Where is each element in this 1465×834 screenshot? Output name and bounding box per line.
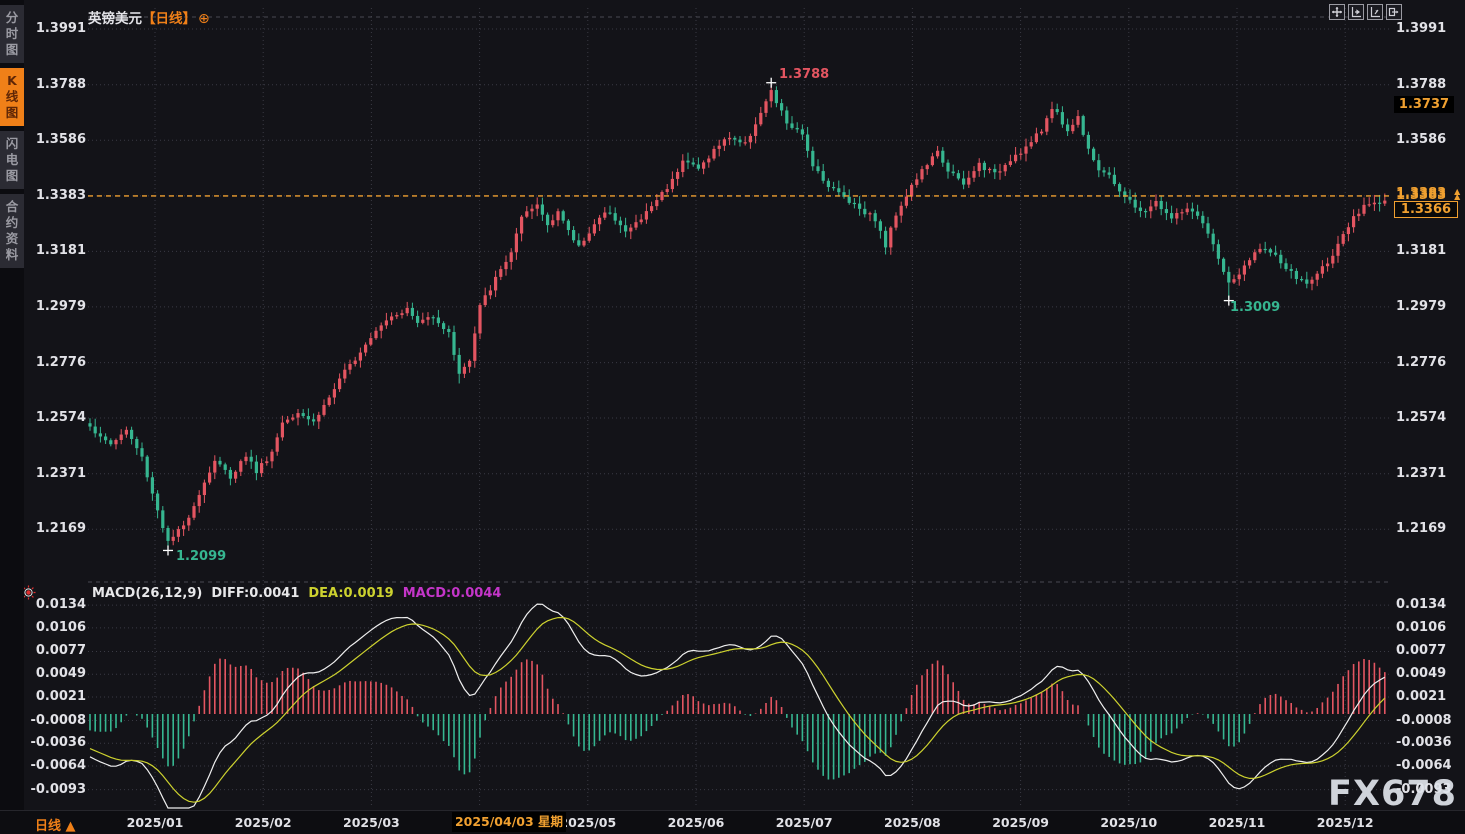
macd-readout-segment: DEA:0.0019 xyxy=(308,586,393,601)
alert-level-value: 1.3383 xyxy=(1396,186,1446,201)
circle-plus-settings-icon[interactable]: ⊕ xyxy=(198,11,210,27)
extreme-markers-layer xyxy=(163,78,1234,556)
sidebar-tab-char: 时 xyxy=(0,26,24,42)
axis-tick-label: 1.2979 xyxy=(30,299,86,314)
axis-tick-label: 1.3181 xyxy=(30,243,86,258)
macd-indicator-readout: MACD(26,12,9) DIFF:0.0041 DEA:0.0019 MACD:0… xyxy=(92,586,501,601)
axis-tick-label: -0.0036 xyxy=(30,735,86,750)
axis-tick-label: 1.2574 xyxy=(1396,410,1460,425)
sidebar-tab-char: 电 xyxy=(0,152,24,168)
axis-tick-label: 0.0106 xyxy=(1396,620,1460,635)
price-macd-chart-canvas[interactable] xyxy=(0,0,1465,834)
axis-tick-label: 0.0021 xyxy=(1396,689,1460,704)
axis-tick-label: 1.2169 xyxy=(1396,521,1460,536)
month-label: 2025/03 xyxy=(343,815,400,830)
sidebar-tab-2[interactable]: 闪电图 xyxy=(0,131,24,189)
last-price-tag: 1.3366 xyxy=(1394,201,1458,218)
axis-tick-label: 0.0077 xyxy=(30,643,86,658)
axis-tick-label: 1.3586 xyxy=(30,132,86,147)
double-up-arrow-icon: ▲▲ xyxy=(1454,189,1460,199)
macd-readout-segment: MACD(26,12,9) xyxy=(92,586,202,601)
month-label: 2025/02 xyxy=(235,815,292,830)
axis-tick-label: 1.2574 xyxy=(30,410,86,425)
axis-tick-label: -0.0064 xyxy=(1396,758,1460,773)
sidebar-tab-char: 资 xyxy=(0,231,24,247)
axis-tick-label: 1.3991 xyxy=(30,21,86,36)
sidebar-tab-char: 闪 xyxy=(0,136,24,152)
annotation-period-high: 1.3788 xyxy=(779,67,829,82)
axis-tick-label: 1.3586 xyxy=(1396,132,1460,147)
grid-layer xyxy=(88,8,1392,808)
x-axis-scale-icon[interactable] xyxy=(1348,4,1364,20)
sidebar-tab-3[interactable]: 合约资料 xyxy=(0,194,24,268)
timeframe-selector[interactable]: 日线 ▲ xyxy=(35,815,76,834)
sidebar-tab-0[interactable]: 分时图 xyxy=(0,5,24,63)
month-label: 2025/06 xyxy=(668,815,725,830)
shift-right-icon[interactable] xyxy=(1386,4,1402,20)
sidebar-tab-char: 图 xyxy=(0,42,24,58)
month-label: 2025/08 xyxy=(884,815,941,830)
sidebar-tab-char: 线 xyxy=(0,89,24,105)
axis-tick-label: -0.0093 xyxy=(1396,782,1460,797)
sidebar-tab-char: 合 xyxy=(0,199,24,215)
axis-tick-label: -0.0064 xyxy=(30,758,86,773)
axis-tick-label: -0.0093 xyxy=(30,782,86,797)
axis-tick-label: 1.3383 xyxy=(30,188,86,203)
sidebar-tab-char: 图 xyxy=(0,105,24,121)
axis-tick-label: 0.0021 xyxy=(30,689,86,704)
month-label: 2025/07 xyxy=(776,815,833,830)
axis-tick-label: 1.2169 xyxy=(30,521,86,536)
sidebar-tab-char: 图 xyxy=(0,168,24,184)
month-label: 2025/12 xyxy=(1317,815,1374,830)
axis-tick-label: -0.0008 xyxy=(1396,713,1460,728)
axis-tick-label: 1.3788 xyxy=(1396,77,1460,92)
timeframe-arrow-icon: ▲ xyxy=(66,819,76,834)
axis-tick-label: 1.2371 xyxy=(1396,466,1460,481)
axis-tick-label: 1.2371 xyxy=(30,466,86,481)
alert-level-price-tag: 1.3383 ▲▲ xyxy=(1396,186,1460,201)
time-axis-bar: 日线 ▲ 2025/012025/022025/032025/042025/05… xyxy=(0,810,1465,834)
annotation-november-low: 1.3009 xyxy=(1230,300,1280,315)
axis-tick-label: 0.0077 xyxy=(1396,643,1460,658)
sidebar-tab-char: K xyxy=(0,73,24,89)
macd-readout-segment: DIFF:0.0041 xyxy=(211,586,299,601)
axis-tick-label: 1.3788 xyxy=(30,77,86,92)
axis-tick-label: 0.0134 xyxy=(30,597,86,612)
axis-tick-label: 1.2776 xyxy=(30,355,86,370)
axis-tick-label: 0.0049 xyxy=(1396,666,1460,681)
chart-toolbar xyxy=(1329,4,1402,20)
macd-readout-segment: MACD:0.0044 xyxy=(403,586,502,601)
annotation-january-low: 1.2099 xyxy=(176,549,226,564)
month-label: 2025/01 xyxy=(127,815,184,830)
session-high-price-tag: 1.3737 xyxy=(1394,96,1454,113)
axis-tick-label: 1.3991 xyxy=(1396,21,1460,36)
macd-layer[interactable] xyxy=(90,604,1385,808)
month-label: 2025/10 xyxy=(1100,815,1157,830)
y-axis-scale-icon[interactable] xyxy=(1367,4,1383,20)
axis-tick-label: 0.0106 xyxy=(30,620,86,635)
sidebar-chart-type-tabs: 分时图K线图闪电图合约资料 xyxy=(0,0,24,834)
axis-tick-label: -0.0036 xyxy=(1396,735,1460,750)
sidebar-tab-char: 料 xyxy=(0,247,24,263)
timeframe-label: 日线 xyxy=(35,819,61,834)
axis-tick-label: 0.0134 xyxy=(1396,597,1460,612)
sidebar-tab-char: 分 xyxy=(0,10,24,26)
axis-tick-label: 1.2776 xyxy=(1396,355,1460,370)
axis-tick-label: 1.3181 xyxy=(1396,243,1460,258)
axis-tick-label: 1.2979 xyxy=(1396,299,1460,314)
sidebar-tab-char: 约 xyxy=(0,215,24,231)
chart-application: 分时图K线图闪电图合约资料 英镑美元【日线】⊕ 1.39911.37881. xyxy=(0,0,1465,834)
chart-title: 英镑美元【日线】⊕ xyxy=(88,7,210,27)
candlestick-layer[interactable] xyxy=(88,85,1386,549)
timeframe-bracket: 【日线】 xyxy=(142,11,196,27)
month-label: 2025/11 xyxy=(1209,815,1266,830)
axis-tick-label: 0.0049 xyxy=(30,666,86,681)
sidebar-tab-1-selected[interactable]: K线图 xyxy=(0,68,24,126)
month-label: 2025/09 xyxy=(992,815,1049,830)
crosshair-pan-icon[interactable] xyxy=(1329,4,1345,20)
axis-tick-label: -0.0008 xyxy=(30,713,86,728)
month-label: 2025/05 xyxy=(559,815,616,830)
symbol-name: 英镑美元 xyxy=(88,11,142,27)
crosshair-date-readout: 2025/04/03 星期四 xyxy=(452,812,566,832)
